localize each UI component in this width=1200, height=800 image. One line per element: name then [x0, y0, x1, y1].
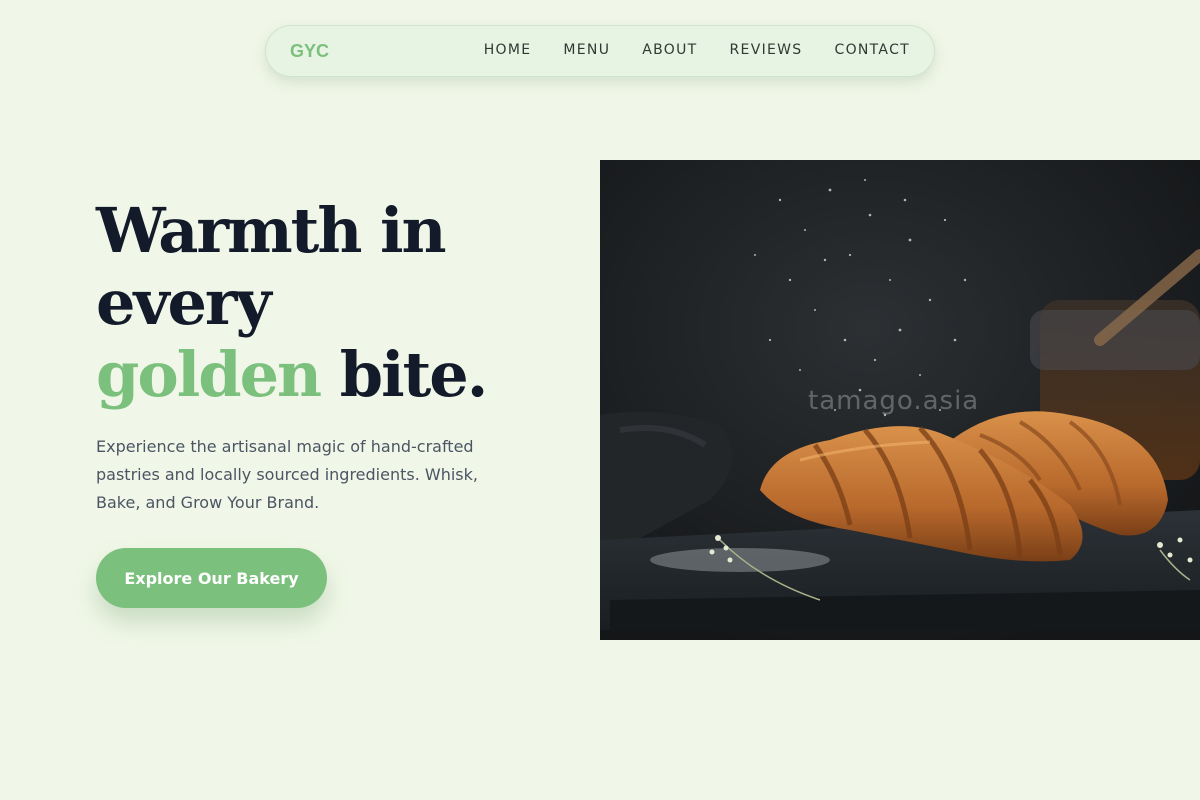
- hero-croissant-image: tamago.asia: [600, 160, 1200, 640]
- nav-link-home[interactable]: HOME: [484, 42, 532, 58]
- hero-subtitle: Experience the artisanal magic of hand-c…: [96, 437, 478, 512]
- hero-headline: Warmth in every golden bite.: [96, 194, 489, 411]
- nav-link-menu[interactable]: MENU: [563, 42, 610, 58]
- headline-accent-word: golden: [96, 338, 322, 411]
- nav-link-about[interactable]: ABOUT: [642, 42, 697, 58]
- brand-logo[interactable]: GYC: [290, 41, 329, 62]
- nav-link-reviews[interactable]: REVIEWS: [730, 42, 803, 58]
- nav-links: HOME MENU ABOUT REVIEWS CONTACT: [484, 42, 910, 58]
- image-watermark: tamago.asia: [808, 386, 980, 416]
- page: GYC HOME MENU ABOUT REVIEWS CONTACT Warm…: [0, 0, 1200, 800]
- nav-link-contact[interactable]: CONTACT: [835, 42, 911, 58]
- explore-bakery-button[interactable]: Explore Our Bakery: [96, 548, 327, 608]
- headline-line-2: every: [96, 266, 272, 339]
- top-navigation: GYC HOME MENU ABOUT REVIEWS CONTACT: [265, 25, 935, 77]
- headline-line-3-end: bite.: [320, 338, 489, 411]
- headline-line-1: Warmth in: [96, 194, 447, 267]
